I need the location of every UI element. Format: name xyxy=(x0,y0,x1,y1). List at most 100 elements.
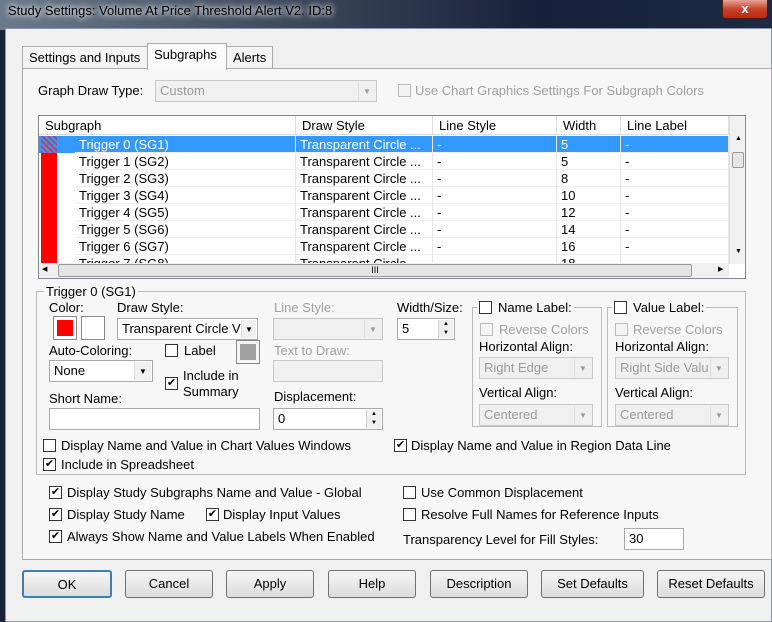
label-color-button[interactable] xyxy=(236,340,260,364)
name-h-align-select[interactable]: Right Edge ▼ xyxy=(479,357,593,379)
scroll-left-icon[interactable]: ◀ xyxy=(42,265,47,273)
graph-draw-type-select[interactable]: Custom ▼ xyxy=(155,80,377,102)
reset-defaults-button[interactable]: Reset Defaults xyxy=(657,570,765,598)
display-chart-values-checkbox[interactable] xyxy=(43,439,56,452)
ok-button[interactable]: OK xyxy=(22,570,112,598)
include-spreadsheet-label: Include in Spreadsheet xyxy=(61,457,194,472)
color-swatch xyxy=(41,204,57,221)
chevron-down-icon: ▼ xyxy=(364,320,381,338)
cell-width: 10 xyxy=(557,187,621,204)
name-reverse-colors-label: Reverse Colors xyxy=(499,322,589,337)
column-header-draw-style[interactable]: Draw Style xyxy=(296,116,433,135)
column-header-line-style[interactable]: Line Style xyxy=(433,116,557,135)
horizontal-scrollbar[interactable]: ◀ III ▶ xyxy=(39,263,729,278)
apply-button[interactable]: Apply xyxy=(226,570,314,598)
use-chart-graphics-checkbox[interactable] xyxy=(398,84,411,97)
color-swatch xyxy=(41,221,57,238)
vertical-scrollbar[interactable]: ▲ ▼ xyxy=(729,116,745,264)
line-style-select[interactable]: ▼ xyxy=(273,318,383,340)
text-to-draw-input[interactable] xyxy=(273,360,383,382)
name-v-align-value: Centered xyxy=(484,407,538,422)
draw-style-select[interactable]: Transparent Circle V ▼ xyxy=(117,318,258,340)
value-h-align-value: Right Side Valu xyxy=(620,360,709,375)
scroll-up-icon[interactable]: ▲ xyxy=(730,135,745,149)
value-v-align-value: Centered xyxy=(620,407,674,422)
cell-subgraph: Trigger 2 (SG3) xyxy=(75,170,296,187)
value-reverse-colors-label: Reverse Colors xyxy=(633,322,723,337)
cell-line-label: - xyxy=(621,187,729,204)
display-study-name-label: Display Study Name xyxy=(67,507,185,522)
draw-style-value: Transparent Circle V xyxy=(122,321,241,336)
primary-color-button[interactable] xyxy=(53,316,77,340)
display-subgraphs-global-checkbox[interactable]: ✔ xyxy=(49,486,62,499)
table-row[interactable]: Trigger 5 (SG6) Transparent Circle ... -14… xyxy=(39,221,729,238)
description-button[interactable]: Description xyxy=(430,570,528,598)
table-row[interactable]: Trigger 0 (SG1) Transparent Circle ... -5- xyxy=(39,136,729,153)
short-name-label: Short Name: xyxy=(49,391,122,406)
spin-arrows-icon[interactable]: ▲ ▼ xyxy=(366,410,381,428)
scroll-thumb[interactable] xyxy=(732,152,744,168)
label-checkbox[interactable] xyxy=(165,344,178,357)
cell-width: 16 xyxy=(557,238,621,255)
tab-subgraphs[interactable]: Subgraphs xyxy=(147,43,227,70)
value-label-checkbox[interactable] xyxy=(614,301,627,314)
value-v-align-select[interactable]: Centered ▼ xyxy=(615,404,729,426)
width-size-stepper[interactable]: 5 ▲ ▼ xyxy=(397,318,455,340)
chevron-down-icon: ▼ xyxy=(241,320,256,338)
transparency-input[interactable]: 30 xyxy=(624,528,684,550)
close-button[interactable]: x xyxy=(722,0,768,19)
hscroll-thumb[interactable]: III xyxy=(58,264,692,277)
value-label-title: Value Label: xyxy=(633,300,705,315)
name-v-align-select[interactable]: Centered ▼ xyxy=(479,404,593,426)
spin-arrows-icon[interactable]: ▲ ▼ xyxy=(438,320,453,338)
color-swatch xyxy=(41,136,57,153)
cell-draw-style: Transparent Circle ... xyxy=(296,153,433,170)
table-row[interactable]: Trigger 3 (SG4) Transparent Circle ... -10… xyxy=(39,187,729,204)
column-header-width[interactable]: Width xyxy=(557,116,621,135)
scroll-down-icon[interactable]: ▼ xyxy=(730,248,745,255)
always-show-labels-checkbox[interactable]: ✔ xyxy=(49,530,62,543)
name-label-checkbox[interactable] xyxy=(479,301,492,314)
cell-line-label: - xyxy=(621,170,729,187)
width-size-value: 5 xyxy=(402,321,410,336)
name-reverse-colors-checkbox[interactable] xyxy=(480,323,493,336)
set-defaults-button[interactable]: Set Defaults xyxy=(541,570,644,598)
window-title: Study Settings: Volume At Price Threshol… xyxy=(8,3,333,18)
cell-draw-style: Transparent Circle ... xyxy=(296,204,433,221)
cell-line-style: - xyxy=(433,238,557,255)
displacement-stepper[interactable]: 0 ▲ ▼ xyxy=(273,408,383,430)
display-study-name-checkbox[interactable]: ✔ xyxy=(49,508,62,521)
cell-line-label: - xyxy=(621,136,729,153)
tab-alerts[interactable]: Alerts xyxy=(226,46,273,69)
tab-settings-and-inputs[interactable]: Settings and Inputs xyxy=(22,46,148,69)
auto-coloring-select[interactable]: None ▼ xyxy=(49,360,153,382)
column-header-subgraph[interactable]: Subgraph xyxy=(39,116,296,135)
table-row[interactable]: Trigger 6 (SG7) Transparent Circle ... -16… xyxy=(39,238,729,255)
value-h-align-select[interactable]: Right Side Valu ▼ xyxy=(615,357,729,379)
display-region-data-checkbox[interactable]: ✔ xyxy=(394,439,407,452)
include-in-summary-checkbox[interactable]: ✔ xyxy=(165,377,178,390)
color-swatch xyxy=(41,170,57,187)
table-row[interactable]: Trigger 2 (SG3) Transparent Circle ... -8- xyxy=(39,170,729,187)
display-input-values-checkbox[interactable]: ✔ xyxy=(206,508,219,521)
cell-line-label: - xyxy=(621,238,729,255)
table-row[interactable]: Trigger 1 (SG2) Transparent Circle ... -5- xyxy=(39,153,729,170)
cell-line-style: - xyxy=(433,204,557,221)
scroll-right-icon[interactable]: ▶ xyxy=(718,265,723,273)
line-style-label: Line Style: xyxy=(274,300,335,315)
cancel-button[interactable]: Cancel xyxy=(125,570,213,598)
display-region-data-label: Display Name and Value in Region Data Li… xyxy=(411,438,671,453)
subgraph-table: Subgraph Draw Style Line Style Width Lin… xyxy=(38,115,746,279)
include-spreadsheet-checkbox[interactable]: ✔ xyxy=(43,458,56,471)
help-button[interactable]: Help xyxy=(328,570,416,598)
color-label: Color: xyxy=(49,300,84,315)
color-swatch xyxy=(57,320,73,336)
secondary-color-button[interactable] xyxy=(81,316,105,340)
short-name-input[interactable] xyxy=(49,408,260,430)
resolve-full-names-checkbox[interactable] xyxy=(403,508,416,521)
cell-line-style: - xyxy=(433,136,557,153)
value-reverse-colors-checkbox[interactable] xyxy=(615,323,628,336)
table-row[interactable]: Trigger 4 (SG5) Transparent Circle ... -12… xyxy=(39,204,729,221)
column-header-line-label[interactable]: Line Label xyxy=(621,116,729,135)
use-common-displacement-checkbox[interactable] xyxy=(403,486,416,499)
